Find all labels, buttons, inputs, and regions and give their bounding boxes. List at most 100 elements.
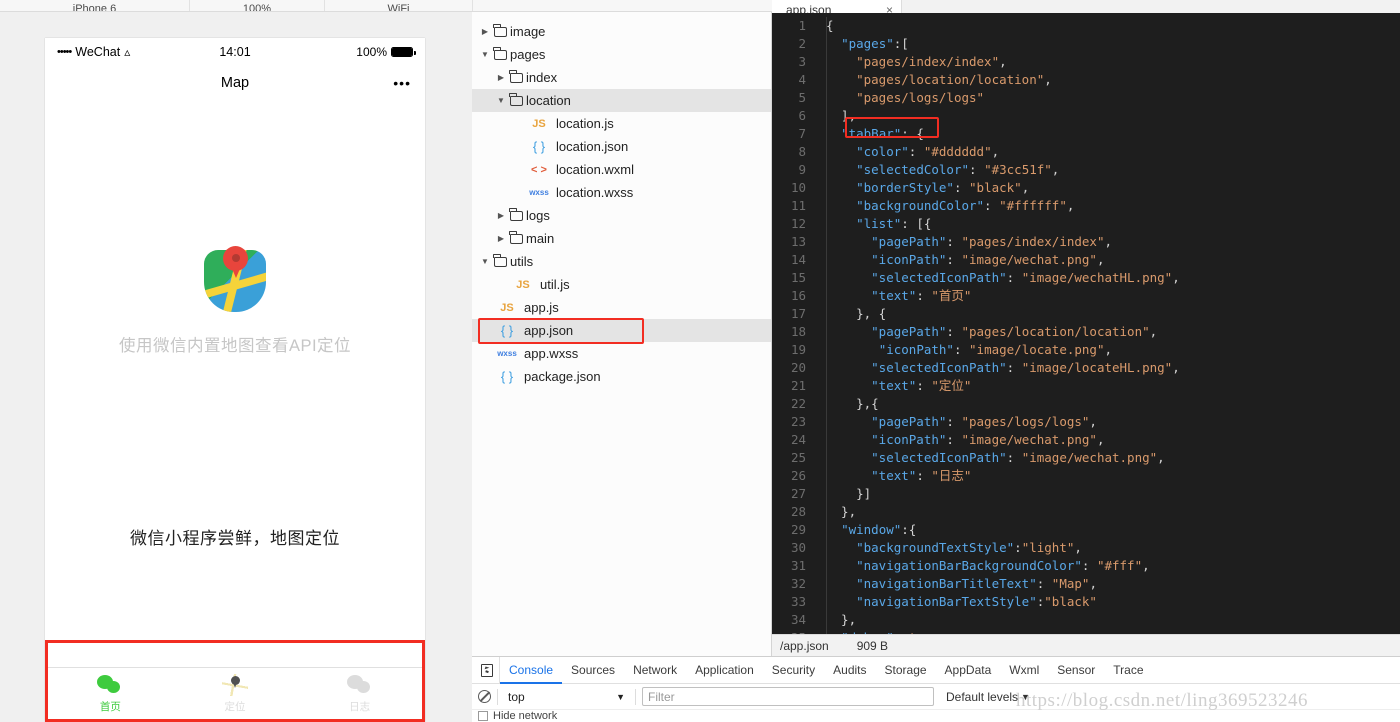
code-content[interactable]: 1{2 "pages":[3 "pages/index/index", 4 "pa… xyxy=(772,13,1400,645)
line-number: 7 xyxy=(798,126,806,141)
context-select[interactable]: top ▼ xyxy=(504,687,629,706)
tree-row-location-wxml[interactable]: < > location.wxml xyxy=(472,158,771,181)
tree-item-label: image xyxy=(510,24,546,39)
file-tree-pane[interactable]: ▶ image ▼ pages ▶ index ▼ location JS location.js… xyxy=(472,12,772,722)
tree-row-app-json[interactable]: { } app.json xyxy=(472,319,771,342)
filter-input[interactable]: Filter xyxy=(642,687,934,706)
tab-sensor[interactable]: Sensor xyxy=(1048,657,1104,684)
toolbar-network-selector[interactable]: WiFi xyxy=(325,0,473,11)
tab-application[interactable]: Application xyxy=(686,657,763,684)
code-line: 18 "pagePath": "pages/location/location"… xyxy=(772,323,1400,341)
code-text: "pages/index/index", xyxy=(856,54,1007,69)
code-line: 13 "pagePath": "pages/index/index", xyxy=(772,233,1400,251)
tree-row-image[interactable]: ▶ image xyxy=(472,20,771,43)
line-number: 4 xyxy=(798,72,806,87)
line-number: 33 xyxy=(790,594,806,609)
line-number: 30 xyxy=(790,540,806,555)
tab-audits[interactable]: Audits xyxy=(824,657,875,684)
tree-row-package-json[interactable]: { } package.json xyxy=(472,365,771,388)
code-text: "pages/logs/logs" xyxy=(856,90,985,105)
context-value: top xyxy=(508,689,525,704)
tree-row-location-js[interactable]: JS location.js xyxy=(472,112,771,135)
chevron-right-icon[interactable]: ▶ xyxy=(478,27,492,36)
tab-wxml[interactable]: Wxml xyxy=(1000,657,1048,684)
locate-pin-shape xyxy=(231,675,240,688)
code-line: 17 }, { xyxy=(772,305,1400,323)
wifi-icon: ▵ xyxy=(124,45,131,59)
devtools-tab-bar: Console Sources Network Application Security… xyxy=(472,656,1400,684)
tab-item-location[interactable]: 定位 xyxy=(173,668,298,719)
chevron-down-icon[interactable]: ▼ xyxy=(478,257,492,266)
code-text: "tabBar": { xyxy=(841,126,924,141)
hide-network-checkbox[interactable] xyxy=(478,711,488,721)
chevron-right-icon[interactable]: ▶ xyxy=(494,73,508,82)
toolbar-device-selector[interactable]: iPhone 6 xyxy=(0,0,190,11)
wxml-file-icon: < > xyxy=(531,163,547,176)
tree-row-app-wxss[interactable]: wxss app.wxss xyxy=(472,342,771,365)
clear-console-icon[interactable] xyxy=(478,690,491,703)
folder-icon xyxy=(508,230,524,244)
editor-tab-app-json[interactable]: app.json × xyxy=(772,0,902,13)
chevron-right-icon[interactable]: ▶ xyxy=(494,234,508,243)
code-line: 11 "backgroundColor": "#ffffff", xyxy=(772,197,1400,215)
code-line: 9 "selectedColor": "#3cc51f", xyxy=(772,161,1400,179)
code-text: ], xyxy=(826,108,857,123)
tree-row-main[interactable]: ▶ main xyxy=(472,227,771,250)
wechat-icon xyxy=(97,674,123,696)
chevron-down-icon[interactable]: ▼ xyxy=(494,96,508,105)
close-icon[interactable]: × xyxy=(886,3,893,13)
code-line: 14 "iconPath": "image/wechat.png", xyxy=(772,251,1400,269)
inspect-cursor-icon[interactable] xyxy=(474,656,500,684)
tab-appdata[interactable]: AppData xyxy=(936,657,1001,684)
tree-row-index[interactable]: ▶ index xyxy=(472,66,771,89)
tree-row-logs[interactable]: ▶ logs xyxy=(472,204,771,227)
chevron-down-icon: ▼ xyxy=(1021,691,1030,702)
tree-row-utils[interactable]: ▼ utils xyxy=(472,250,771,273)
chevron-right-icon[interactable]: ▶ xyxy=(494,211,508,220)
tab-security[interactable]: Security xyxy=(763,657,824,684)
tree-row-util-js[interactable]: JS util.js xyxy=(472,273,771,296)
tab-label-location: 定位 xyxy=(224,700,246,713)
line-number: 26 xyxy=(790,468,806,483)
tree-row-app-js[interactable]: JS app.js xyxy=(472,296,771,319)
tree-item-label: location xyxy=(526,93,571,108)
tree-item-label: location.js xyxy=(556,116,614,131)
tree-row-location[interactable]: ▼ location xyxy=(472,89,771,112)
console-options-row: Hide network xyxy=(472,710,1400,722)
code-line: 6 ], xyxy=(772,107,1400,125)
line-number: 19 xyxy=(790,342,806,357)
line-number: 34 xyxy=(790,612,806,627)
log-levels-select[interactable]: Default levels ▼ xyxy=(946,690,1030,704)
folder-icon xyxy=(508,92,524,106)
tree-item-label: utils xyxy=(510,254,534,269)
tree-row-location-json[interactable]: { } location.json xyxy=(472,135,771,158)
tree-row-pages[interactable]: ▼ pages xyxy=(472,43,771,66)
editor-file-size: 909 B xyxy=(856,638,889,653)
line-number: 32 xyxy=(790,576,806,591)
code-text: "pagePath": "pages/logs/logs", xyxy=(871,414,1097,429)
json-file-icon: { } xyxy=(532,139,546,154)
tab-network[interactable]: Network xyxy=(624,657,686,684)
code-line: 21 "text": "定位" xyxy=(772,377,1400,395)
phone-nav-bar: Map ••• xyxy=(45,66,425,100)
chevron-down-icon[interactable]: ▼ xyxy=(478,50,492,59)
tab-console[interactable]: Console xyxy=(500,657,562,684)
phone-status-bar: ••••• WeChat ▵ 14:01 100% xyxy=(45,38,425,66)
tree-row-location-wxss[interactable]: wxss location.wxss xyxy=(472,181,771,204)
code-text: "text": "首页" xyxy=(871,288,972,303)
tab-item-logs[interactable]: 日志 xyxy=(297,668,422,719)
toolbar-zoom-selector[interactable]: 100% xyxy=(190,0,325,11)
line-number: 20 xyxy=(790,360,806,375)
code-line: 29 "window":{ xyxy=(772,521,1400,539)
more-menu-icon[interactable]: ••• xyxy=(393,75,411,91)
tab-trace[interactable]: Trace xyxy=(1104,657,1152,684)
tab-storage[interactable]: Storage xyxy=(876,657,936,684)
console-filter-bar: top ▼ Filter Default levels ▼ xyxy=(472,684,1400,710)
tab-sources[interactable]: Sources xyxy=(562,657,624,684)
tab-item-home[interactable]: 首页 xyxy=(48,668,173,719)
phone-frame: ••••• WeChat ▵ 14:01 100% Map ••• 使用微信内置… xyxy=(45,38,425,722)
code-text: "borderStyle": "black", xyxy=(856,180,1030,195)
tree-item-label: index xyxy=(526,70,558,85)
folder-icon xyxy=(492,23,508,37)
code-line: 20 "selectedIconPath": "image/locateHL.p… xyxy=(772,359,1400,377)
